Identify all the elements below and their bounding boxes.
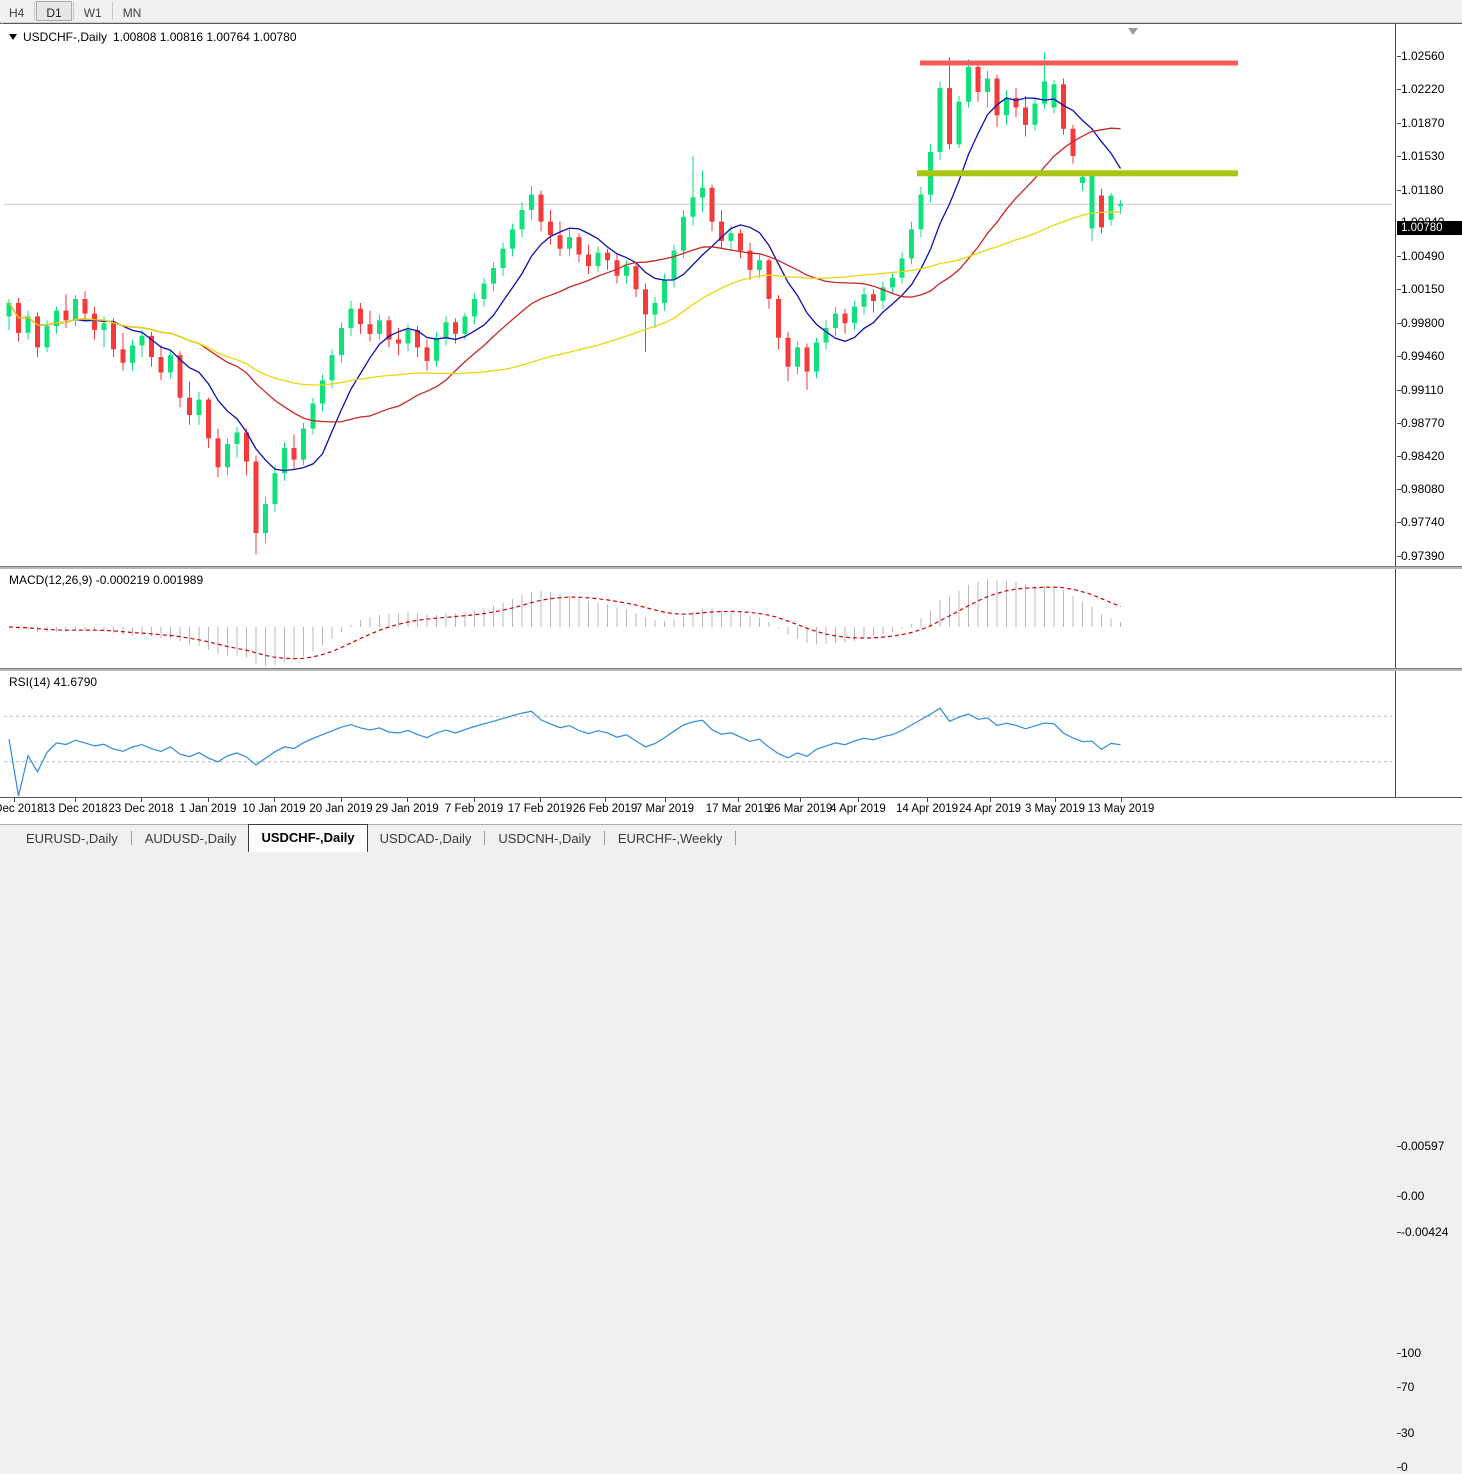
- timeframe-h4-button[interactable]: H4: [0, 0, 33, 22]
- tab-separator: [603, 831, 605, 845]
- price-axis-label: 0.98080: [1401, 482, 1445, 496]
- price-axis-label: 0.98420: [1401, 449, 1445, 463]
- time-axis-tick: [474, 798, 475, 802]
- timeframe-d1-button[interactable]: D1: [36, 1, 72, 21]
- macd-label: MACD(12,26,9) -0.000219 0.001989: [9, 573, 204, 587]
- rsi-axis-label: 30: [1401, 1426, 1415, 1440]
- tab-eurchf[interactable]: EURCHF-,Weekly: [606, 827, 735, 852]
- time-axis-tick: [927, 798, 928, 802]
- macd-axis-label: 0.00597: [1401, 1139, 1445, 1153]
- time-axis-tick: [800, 798, 801, 802]
- price-axis-label: 1.00150: [1401, 282, 1445, 296]
- macd-canvas[interactable]: [4, 569, 1396, 668]
- time-axis-tick: [141, 798, 142, 802]
- price-axis-label: 1.00490: [1401, 249, 1445, 263]
- time-axis-tick: [274, 798, 275, 802]
- time-axis-tick: [665, 798, 666, 802]
- symbol-dropdown-icon[interactable]: [9, 34, 17, 40]
- price-axis-label: 0.98770: [1401, 416, 1445, 430]
- tab-separator: [484, 831, 486, 845]
- price-axis-label: 0.99460: [1401, 349, 1445, 363]
- price-axis-label: 1.01530: [1401, 149, 1445, 163]
- tab-usdcnh[interactable]: USDCNH-,Daily: [486, 827, 602, 852]
- macd-pane[interactable]: MACD(12,26,9) -0.000219 0.001989 0.00597…: [0, 569, 1462, 1239]
- toolbar-separator: [111, 2, 113, 20]
- time-axis-tick: [341, 798, 342, 802]
- timeframe-mn-button[interactable]: MN: [114, 0, 151, 22]
- tab-separator: [735, 831, 737, 845]
- price-axis-label: 0.97390: [1401, 549, 1445, 563]
- chart-window: USDCHF-,Daily 1.00808 1.00816 1.00764 1.…: [0, 23, 1462, 1474]
- time-axis-tick: [738, 798, 739, 802]
- time-axis-tick: [990, 798, 991, 802]
- time-axis-tick: [407, 798, 408, 802]
- chart-shift-marker[interactable]: [1128, 28, 1138, 35]
- price-axis-label: 1.01870: [1401, 116, 1445, 130]
- main-chart-pane[interactable]: USDCHF-,Daily 1.00808 1.00816 1.00764 1.…: [0, 24, 1462, 596]
- time-axis-label: 13 May 2019: [1087, 803, 1155, 815]
- chart-title: USDCHF-,Daily 1.00808 1.00816 1.00764 1.…: [9, 30, 297, 44]
- time-axis-tick: [75, 798, 76, 802]
- time-axis-tick: [858, 798, 859, 802]
- tab-separator: [130, 831, 132, 845]
- rsi-pane[interactable]: RSI(14) 41.6790 100 70 30 0: [0, 671, 1462, 1474]
- price-axis-label: 1.02560: [1401, 49, 1445, 63]
- price-axis-label: 0.99800: [1401, 316, 1445, 330]
- time-axis[interactable]: 4 Dec 201813 Dec 201823 Dec 20181 Jan 20…: [0, 797, 1462, 824]
- tab-usdchf[interactable]: USDCHF-,Daily: [248, 824, 368, 852]
- time-axis-tick: [1121, 798, 1122, 802]
- toolbar-separator: [34, 2, 36, 20]
- toolbar-separator: [72, 2, 74, 20]
- time-axis-tick: [540, 798, 541, 802]
- macd-axis-label: -0.00424: [1401, 1225, 1449, 1239]
- chart-ohlc-values: 1.00808 1.00816 1.00764 1.00780: [113, 30, 297, 44]
- main-chart-canvas[interactable]: [4, 24, 1396, 566]
- time-axis-tick: [208, 798, 209, 802]
- rsi-canvas[interactable]: [4, 671, 1396, 797]
- timeframe-w1-button[interactable]: W1: [75, 0, 111, 22]
- macd-axis-label: 0.00: [1401, 1189, 1425, 1203]
- price-axis-label: 1.01180: [1401, 183, 1444, 197]
- current-price-badge: 1.00780: [1397, 221, 1462, 235]
- tab-eurusd[interactable]: EURUSD-,Daily: [14, 827, 130, 852]
- time-axis-tick: [1055, 798, 1056, 802]
- tab-usdcad[interactable]: USDCAD-,Daily: [368, 827, 484, 852]
- price-axis-label: 1.02220: [1401, 82, 1445, 96]
- price-axis-label: 0.97740: [1401, 515, 1445, 529]
- rsi-axis-label: 100: [1401, 1346, 1422, 1360]
- tab-audusd[interactable]: AUDUSD-,Daily: [133, 827, 249, 852]
- time-axis-tick: [14, 798, 15, 802]
- time-axis-tick: [605, 798, 606, 802]
- chart-symbol-label: USDCHF-,Daily: [23, 30, 107, 44]
- rsi-axis-label: 0: [1401, 1460, 1408, 1474]
- rsi-label: RSI(14) 41.6790: [9, 675, 98, 689]
- chart-tab-bar: EURUSD-,Daily AUDUSD-,Daily USDCHF-,Dail…: [0, 824, 1462, 852]
- timeframe-toolbar: H4 D1 W1 MN: [0, 0, 1462, 23]
- price-axis-label: 0.99110: [1401, 383, 1444, 397]
- rsi-axis-label: 70: [1401, 1380, 1415, 1394]
